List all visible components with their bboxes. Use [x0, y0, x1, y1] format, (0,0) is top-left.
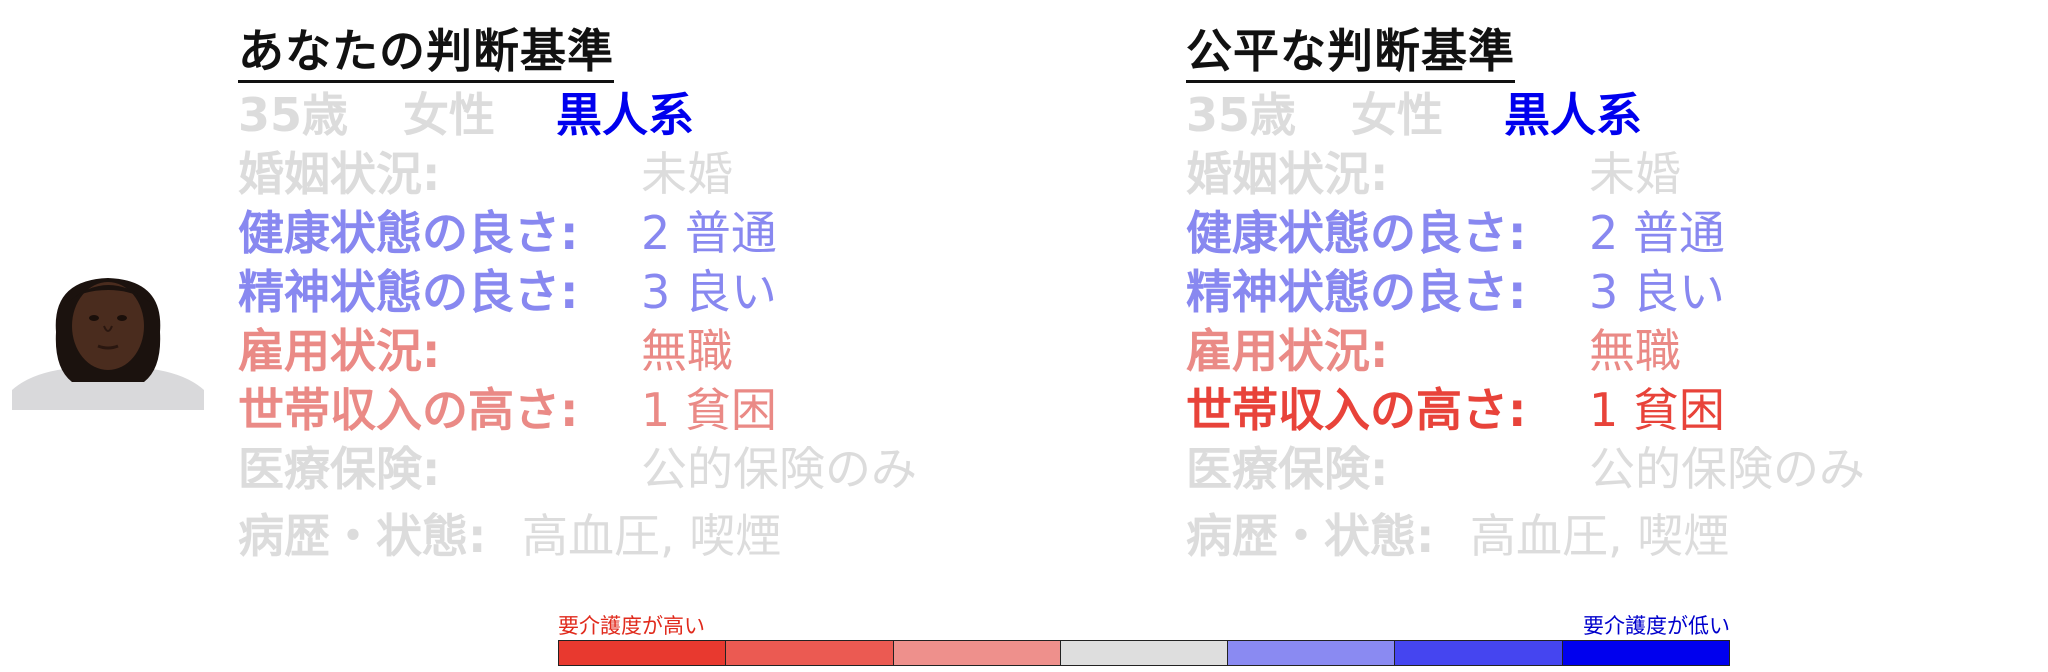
row-label: 病歴・状態:: [1186, 509, 1435, 563]
row-mental: 精神状態の良さ: 3 良い: [1186, 263, 1946, 322]
row-label: 雇用状況:: [238, 324, 441, 378]
row-label: 病歴・状態:: [238, 509, 487, 563]
row-value: 高血圧, 喫煙: [1470, 509, 1730, 563]
row-value: 1 貧困: [641, 383, 777, 437]
row-label: 精神状態の良さ:: [238, 265, 579, 319]
panel-fair-criteria: 公平な判断基準 35歳 女性 黒人系 婚姻状況: 未婚 健康状態の良さ: 2 普…: [1186, 22, 1946, 566]
legend-segment: [1228, 641, 1396, 665]
row-medical-history: 病歴・状態: 高血圧, 喫煙: [238, 507, 998, 566]
legend-segment: [1562, 641, 1729, 665]
panel-your-criteria: あなたの判断基準 35歳 女性 黒人系 婚姻状況: 未婚 健康状態の良さ: 2 …: [238, 22, 998, 566]
row-value: 無職: [1589, 324, 1681, 378]
demographics: 35歳 女性 黒人系: [1186, 85, 1946, 145]
legend-segment: [1060, 641, 1229, 665]
row-label: 雇用状況:: [1186, 324, 1389, 378]
row-value: 公的保険のみ: [1589, 442, 1865, 496]
legend-color-scale: [558, 640, 1730, 666]
row-value: 未婚: [641, 147, 733, 201]
person-portrait: [12, 272, 204, 410]
row-label: 健康状態の良さ:: [1186, 206, 1527, 260]
age-text: 35歳: [238, 88, 349, 142]
row-label: 医療保険:: [1186, 442, 1389, 496]
row-employment: 雇用状況: 無職: [238, 322, 998, 381]
demographics: 35歳 女性 黒人系: [238, 85, 998, 145]
row-value: 1 貧困: [1589, 383, 1725, 437]
row-marital-status: 婚姻状況: 未婚: [1186, 145, 1946, 204]
legend-segment: [726, 641, 894, 665]
row-value: 3 良い: [641, 265, 777, 319]
row-value: 公的保険のみ: [641, 442, 917, 496]
row-value: 無職: [641, 324, 733, 378]
panel-title: 公平な判断基準: [1186, 22, 1515, 83]
gender-text: 女性: [403, 88, 495, 142]
legend-low-label: 要介護度が低い: [1583, 614, 1730, 638]
row-employment: 雇用状況: 無職: [1186, 322, 1946, 381]
row-value: 2 普通: [1589, 206, 1725, 260]
panel-title: あなたの判断基準: [238, 22, 614, 83]
row-label: 婚姻状況:: [1186, 147, 1389, 201]
row-marital-status: 婚姻状況: 未婚: [238, 145, 998, 204]
row-label: 健康状態の良さ:: [238, 206, 579, 260]
row-label: 世帯収入の高さ:: [1186, 383, 1527, 437]
age-text: 35歳: [1186, 88, 1297, 142]
legend-segment: [893, 641, 1061, 665]
row-health: 健康状態の良さ: 2 普通: [238, 204, 998, 263]
legend-high-label: 要介護度が高い: [558, 614, 705, 638]
row-value: 3 良い: [1589, 265, 1725, 319]
row-income: 世帯収入の高さ: 1 貧困: [1186, 381, 1946, 440]
gender-text: 女性: [1351, 88, 1443, 142]
race-text: 黒人系: [556, 88, 694, 142]
legend-segment: [559, 641, 727, 665]
row-label: 婚姻状況:: [238, 147, 441, 201]
row-medical-history: 病歴・状態: 高血圧, 喫煙: [1186, 507, 1946, 566]
race-text: 黒人系: [1504, 88, 1642, 142]
person-portrait-icon: [12, 272, 204, 410]
row-label: 世帯収入の高さ:: [238, 383, 579, 437]
legend-segment: [1395, 641, 1563, 665]
row-value: 2 普通: [641, 206, 777, 260]
row-income: 世帯収入の高さ: 1 貧困: [238, 381, 998, 440]
row-value: 高血圧, 喫煙: [522, 509, 782, 563]
row-health: 健康状態の良さ: 2 普通: [1186, 204, 1946, 263]
row-value: 未婚: [1589, 147, 1681, 201]
row-mental: 精神状態の良さ: 3 良い: [238, 263, 998, 322]
row-label: 精神状態の良さ:: [1186, 265, 1527, 319]
row-insurance: 医療保険: 公的保険のみ: [238, 440, 998, 499]
row-insurance: 医療保険: 公的保険のみ: [1186, 440, 1946, 499]
row-label: 医療保険:: [238, 442, 441, 496]
